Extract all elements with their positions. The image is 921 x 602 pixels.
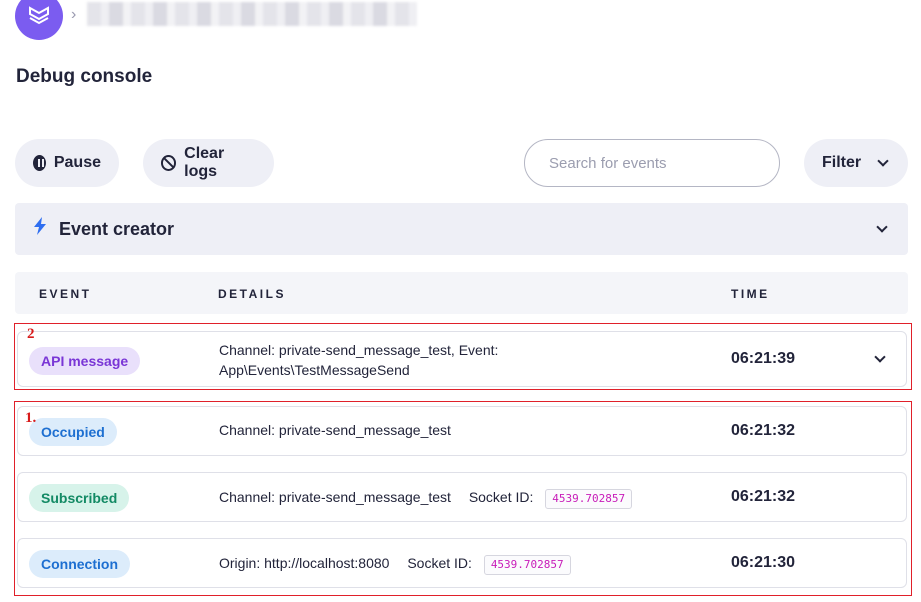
filter-dropdown[interactable]: Filter — [804, 139, 908, 187]
bolt-icon — [33, 217, 49, 241]
event-creator-label: Event creator — [59, 218, 175, 239]
filter-label: Filter — [822, 154, 862, 171]
layers-logo-icon[interactable] — [15, 0, 63, 40]
breadcrumb-separator: › — [71, 6, 77, 23]
events-table-header: EVENT DETAILS TIME — [15, 272, 908, 314]
annotation-box-2 — [14, 323, 912, 390]
pause-icon — [33, 155, 46, 171]
page-title: Debug console — [16, 66, 153, 87]
top-bar: › — [15, 0, 435, 42]
chevron-down-icon — [877, 155, 889, 167]
column-header-time: TIME — [731, 287, 770, 301]
breadcrumb-redacted — [87, 2, 417, 26]
annotation-label-2: 2 — [27, 326, 35, 342]
column-header-details: DETAILS — [218, 287, 286, 301]
ban-icon — [161, 155, 177, 171]
search-input[interactable] — [524, 139, 780, 187]
pause-button-label: Pause — [53, 154, 101, 171]
event-creator-panel[interactable]: Event creator — [15, 203, 908, 255]
pause-button[interactable]: Pause — [15, 139, 119, 187]
clear-logs-button-label: Clear logs — [184, 145, 225, 180]
chevron-down-icon[interactable] — [876, 221, 888, 233]
column-header-event: EVENT — [39, 287, 92, 301]
annotation-box-1 — [14, 401, 912, 596]
annotation-label-1: 1. — [25, 410, 37, 426]
clear-logs-button[interactable]: Clear logs — [143, 139, 274, 187]
